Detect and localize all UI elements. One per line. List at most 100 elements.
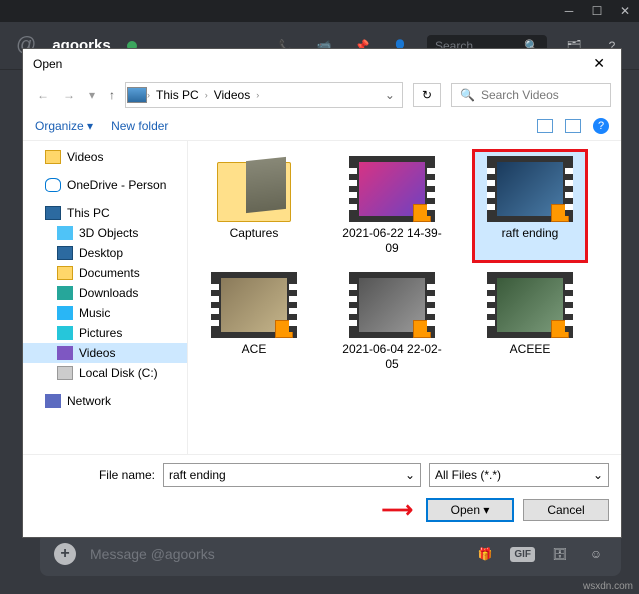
watermark: wsxdn.com [583,581,633,592]
gif-button[interactable]: GIF [510,547,535,562]
nav-up-icon[interactable]: ↑ [105,86,119,104]
chevron-down-icon[interactable]: ⌄ [405,468,415,482]
file-list[interactable]: Captures 2021-06-22 14-39-09 raft ending AC… [188,141,621,454]
folder-icon [57,246,73,260]
maximize-icon[interactable]: ☐ [583,4,611,18]
dialog-title: Open [33,57,62,71]
filename-label: File name: [35,468,155,482]
file-item[interactable]: ACE [199,268,309,376]
tree-item[interactable]: Documents [23,263,187,283]
tree-label: 3D Objects [79,226,138,240]
tree-item[interactable]: Downloads [23,283,187,303]
tree-label: Videos [67,150,103,164]
nav-back-icon[interactable]: ← [33,86,53,104]
tree-item[interactable]: Network [23,391,187,411]
emoji-icon[interactable]: ☺ [585,543,607,565]
tree-item[interactable]: Videos [23,343,187,363]
file-name: ACEEE [510,342,551,357]
chevron-right-icon[interactable]: › [256,90,259,100]
tree-label: Pictures [79,326,122,340]
message-placeholder: Message @agoorks [90,546,460,562]
folder-icon [57,266,73,280]
file-item[interactable]: 2021-06-04 22-02-05 [337,268,447,376]
play-badge-icon [551,320,569,338]
file-name: 2021-06-22 14-39-09 [341,226,443,256]
sticker-icon[interactable]: 🗄 [549,543,571,565]
folder-icon [45,178,61,192]
play-badge-icon [551,204,569,222]
folder-icon [45,206,61,220]
address-bar[interactable]: › This PC › Videos › ⌄ [125,82,403,108]
breadcrumb-folder[interactable]: Videos [208,84,256,106]
tree-label: Music [79,306,110,320]
folder-icon [57,226,73,240]
cancel-button[interactable]: Cancel [523,499,609,521]
preview-pane-icon[interactable] [565,119,581,133]
tree-item[interactable]: This PC [23,203,187,223]
file-item[interactable]: 2021-06-22 14-39-09 [337,152,447,260]
file-item[interactable]: ACEEE [475,268,585,376]
tree-label: Network [67,394,111,408]
minimize-icon[interactable]: ─ [555,4,583,18]
pc-icon [127,87,147,103]
folder-icon [57,286,73,300]
filename-input[interactable]: raft ending ⌄ [163,463,421,487]
gift-icon[interactable]: 🎁 [474,543,496,565]
folder-icon [45,150,61,164]
search-icon: 🔍 [460,88,475,102]
folder-icon [45,394,61,408]
help-icon[interactable]: ? [593,118,609,134]
chevron-down-icon[interactable]: ⌄ [593,468,603,482]
tree-label: Documents [79,266,140,280]
tree-item[interactable]: Pictures [23,323,187,343]
dialog-nav: ← → ▾ ↑ › This PC › Videos › ⌄ ↻ 🔍 Searc… [23,78,621,112]
refresh-icon[interactable]: ↻ [413,83,441,107]
message-input-bar[interactable]: + Message @agoorks 🎁 GIF 🗄 ☺ [40,532,621,576]
file-item[interactable]: raft ending [475,152,585,260]
play-badge-icon [275,320,293,338]
video-thumbnail [487,156,573,222]
tree-label: Local Disk (C:) [79,366,158,380]
folder-icon [57,326,73,340]
dialog-titlebar: Open ✕ [23,49,621,78]
tree-item[interactable]: 3D Objects [23,223,187,243]
file-name: ACE [242,342,267,357]
dialog-toolbar: Organize ▾ New folder ? [23,112,621,141]
tree-item[interactable]: Local Disk (C:) [23,363,187,383]
app-titlebar: ─ ☐ ✕ [0,0,639,22]
file-item[interactable]: Captures [199,152,309,260]
file-type-filter[interactable]: All Files (*.*) ⌄ [429,463,609,487]
tree-item[interactable]: OneDrive - Person [23,175,187,195]
open-button[interactable]: Open ▾ [427,499,513,521]
nav-recent-icon[interactable]: ▾ [85,86,99,104]
organize-menu[interactable]: Organize ▾ [35,119,93,133]
file-name: Captures [230,226,279,241]
folder-icon [57,366,73,380]
address-dropdown-icon[interactable]: ⌄ [379,88,401,102]
new-folder-button[interactable]: New folder [111,119,168,133]
video-thumbnail [349,156,435,222]
file-open-dialog: Open ✕ ← → ▾ ↑ › This PC › Videos › ⌄ ↻ … [22,48,622,538]
dialog-close-icon[interactable]: ✕ [587,55,611,72]
tree-label: Desktop [79,246,123,260]
tree-item[interactable]: Desktop [23,243,187,263]
nav-tree: Videos OneDrive - Person This PC 3D Objects… [23,141,188,454]
close-icon[interactable]: ✕ [611,4,639,18]
play-badge-icon [413,204,431,222]
video-thumbnail [211,272,297,338]
tree-item[interactable]: Videos [23,147,187,167]
folder-icon [57,306,73,320]
view-options-icon[interactable] [537,119,553,133]
breadcrumb-root[interactable]: This PC [150,84,205,106]
tree-label: OneDrive - Person [67,178,166,192]
nav-forward-icon: → [59,86,79,104]
tree-label: Downloads [79,286,138,300]
tree-item[interactable]: Music [23,303,187,323]
video-thumbnail [487,272,573,338]
file-name: raft ending [502,226,559,241]
play-badge-icon [413,320,431,338]
file-name: 2021-06-04 22-02-05 [341,342,443,372]
attach-icon[interactable]: + [54,543,76,565]
folder-icon [57,346,73,360]
file-search-input[interactable]: 🔍 Search Videos [451,83,611,107]
